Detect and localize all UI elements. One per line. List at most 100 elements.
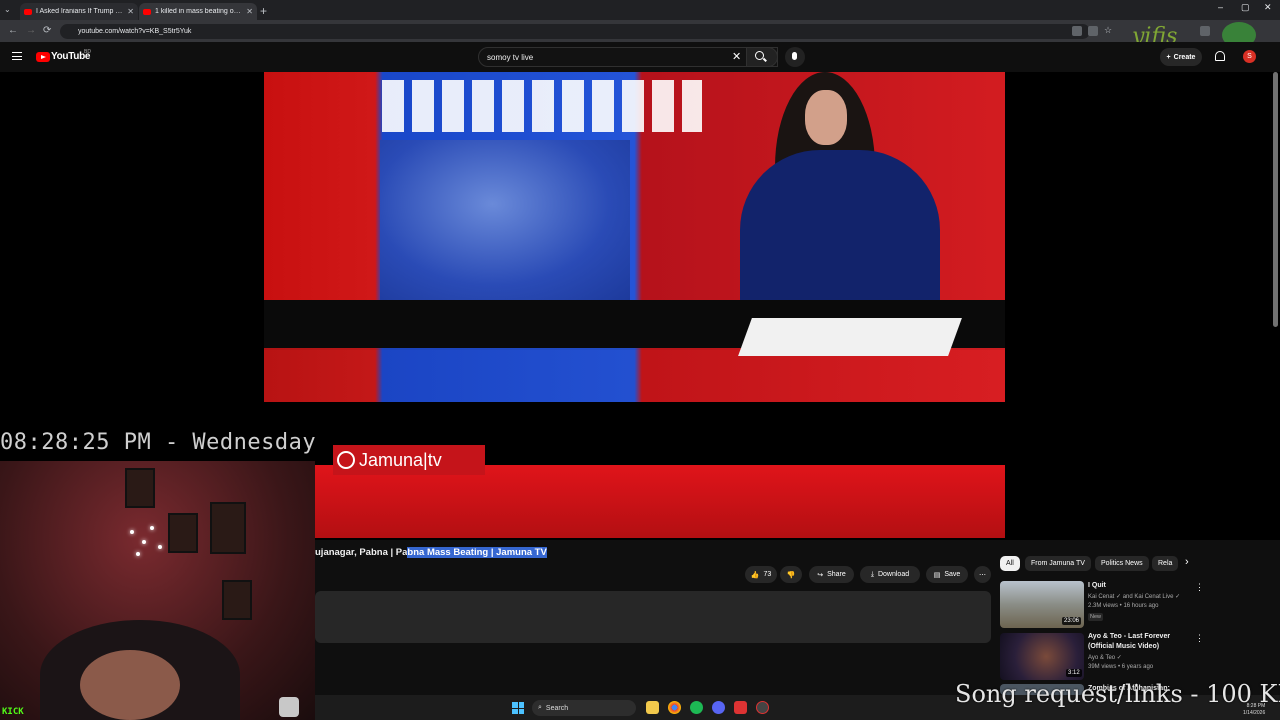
jamuna-logo-icon xyxy=(337,451,355,469)
news-image-panel xyxy=(380,140,630,300)
minimize-button[interactable]: – xyxy=(1218,2,1223,12)
related-video-title[interactable]: I Quit xyxy=(1088,581,1188,591)
related-video-title[interactable]: Ayo & Teo - Last Forever (Official Music… xyxy=(1088,632,1188,652)
chips-next-icon[interactable]: › xyxy=(1185,556,1189,568)
thumbs-down-icon: 👎 xyxy=(786,571,796,579)
tab-close-icon[interactable]: ✕ xyxy=(246,7,253,16)
kick-logo: KICK xyxy=(2,707,24,717)
file-explorer-icon[interactable] xyxy=(646,701,659,714)
wall-photo xyxy=(168,513,198,553)
related-video-meta: 39M views • 6 years ago xyxy=(1088,664,1154,670)
shirt-icon xyxy=(279,697,299,717)
wall-photo xyxy=(210,502,246,554)
thumbs-up-icon: 👍 xyxy=(750,571,760,579)
download-button[interactable]: ⤓ Download xyxy=(860,566,920,583)
chip-from-jamuna-tv[interactable]: From Jamuna TV xyxy=(1025,556,1091,571)
video-menu-icon[interactable]: ⋮ xyxy=(1195,633,1204,644)
plus-icon: + xyxy=(1166,53,1171,61)
chip-all[interactable]: All xyxy=(1000,556,1020,571)
tab-title: I Asked Iranians If Trump Shoul xyxy=(36,8,124,15)
discord-icon[interactable] xyxy=(712,701,725,714)
page-scrollbar[interactable] xyxy=(1273,72,1278,327)
news-anchor-face xyxy=(805,90,847,145)
extensions-icon[interactable] xyxy=(1200,26,1210,36)
related-video-channel[interactable]: Kai Cenat ✓ and Kai Cenat Live ✓ xyxy=(1088,593,1180,600)
install-icon[interactable] xyxy=(1072,26,1082,36)
bangla-headline-graphic xyxy=(382,80,702,132)
like-count: 73 xyxy=(763,571,772,578)
notifications-bell-icon[interactable] xyxy=(1215,51,1225,61)
save-button[interactable]: ▤ Save xyxy=(926,566,968,583)
string-light xyxy=(158,545,162,549)
avatar[interactable]: S xyxy=(1243,50,1256,63)
video-menu-icon[interactable]: ⋮ xyxy=(1195,582,1204,593)
jamuna-logo-text: Jamuna|tv xyxy=(359,449,442,470)
search-value: somoy tv live xyxy=(487,52,534,62)
bookmark-star-icon[interactable]: ☆ xyxy=(1104,25,1112,36)
create-label: Create xyxy=(1173,53,1196,61)
more-actions-button[interactable]: ⋯ xyxy=(974,566,991,583)
tray-date: 1/14/2026 xyxy=(1243,710,1266,716)
share-button[interactable]: ↪ Share xyxy=(809,566,854,583)
papers xyxy=(738,318,962,356)
tab-search-icon[interactable]: ⌄ xyxy=(4,5,11,14)
download-label: Download xyxy=(877,571,910,578)
video-title-selected: bna Mass Beating | Jamuna TV xyxy=(407,547,547,558)
forward-button[interactable]: → xyxy=(26,25,36,36)
share-icon: ↪ xyxy=(817,571,824,579)
download-icon: ⤓ xyxy=(870,570,874,578)
close-window-button[interactable]: ✕ xyxy=(1264,2,1272,13)
dislike-button[interactable]: 👎 xyxy=(780,566,802,583)
youtube-favicon-icon xyxy=(143,8,151,15)
video-title-prefix: ujanagar, Pabna | Pa xyxy=(315,547,408,558)
video-duration: 3:12 xyxy=(1066,669,1082,677)
lower-third-band xyxy=(315,465,1005,538)
share-label: Share xyxy=(827,571,846,578)
save-icon: ▤ xyxy=(933,571,941,579)
url-text: youtube.com/watch?v=KB_S5tr5Yuk xyxy=(78,28,192,35)
description-box[interactable] xyxy=(315,591,991,643)
search-icon[interactable] xyxy=(755,51,764,60)
desk-reflection xyxy=(264,348,1005,402)
spotify-icon[interactable] xyxy=(690,701,703,714)
song-request-overlay: Song request/links - 100 KICKs xyxy=(955,680,1280,708)
related-video-channel[interactable]: Ayo & Teo ✓ xyxy=(1088,654,1122,661)
windows-start-icon[interactable] xyxy=(512,702,524,714)
video-title: ujanagar, Pabna | Pabna Mass Beating | J… xyxy=(315,547,547,558)
related-video-meta: 2.3M views • 16 hours ago xyxy=(1088,603,1159,609)
wall-photo xyxy=(125,468,155,508)
search-icon: ⌕ xyxy=(538,704,542,711)
create-button[interactable]: + Create xyxy=(1160,48,1202,66)
menu-icon[interactable] xyxy=(12,52,22,60)
stream-clock: 08:28:25 PM - Wednesday xyxy=(0,430,317,455)
more-icon: ⋯ xyxy=(979,571,986,579)
jamuna-tv-logo: Jamuna|tv xyxy=(333,445,485,475)
string-light xyxy=(136,552,140,556)
chrome-icon[interactable] xyxy=(668,701,681,714)
translate-icon[interactable] xyxy=(1088,26,1098,36)
tab-mass-beating[interactable]: 1 killed in mass beating on susp ✕ xyxy=(139,3,257,20)
reload-button[interactable]: ⟳ xyxy=(43,25,51,36)
back-button[interactable]: ← xyxy=(8,25,18,36)
chip-politics-news[interactable]: Politics News xyxy=(1095,556,1149,571)
calendar-icon[interactable] xyxy=(734,701,747,714)
video-duration: 23:06 xyxy=(1062,617,1082,625)
save-label: Save xyxy=(944,571,961,578)
like-button[interactable]: 👍 73 xyxy=(745,566,777,583)
clear-search-button[interactable]: ✕ xyxy=(732,50,741,63)
tab-close-icon[interactable]: ✕ xyxy=(127,7,134,16)
country-code: BD xyxy=(84,49,91,55)
tab-title: 1 killed in mass beating on susp xyxy=(155,8,242,15)
maximize-button[interactable]: ▢ xyxy=(1241,2,1250,13)
tab-iranians[interactable]: I Asked Iranians If Trump Shoul ✕ xyxy=(20,3,138,20)
new-tab-button[interactable]: + xyxy=(260,4,267,18)
chip-related[interactable]: Rela xyxy=(1152,556,1178,571)
new-badge: New xyxy=(1088,613,1104,621)
taskbar-search[interactable]: ⌕ Search xyxy=(532,700,636,716)
url-field[interactable]: youtube.com/watch?v=KB_S5tr5Yuk xyxy=(60,24,1090,39)
taskbar-search-label: Search xyxy=(545,704,569,712)
youtube-logo-icon[interactable] xyxy=(36,52,50,62)
voice-search-icon[interactable] xyxy=(785,47,805,67)
string-light xyxy=(130,530,134,534)
obs-icon[interactable] xyxy=(756,701,769,714)
